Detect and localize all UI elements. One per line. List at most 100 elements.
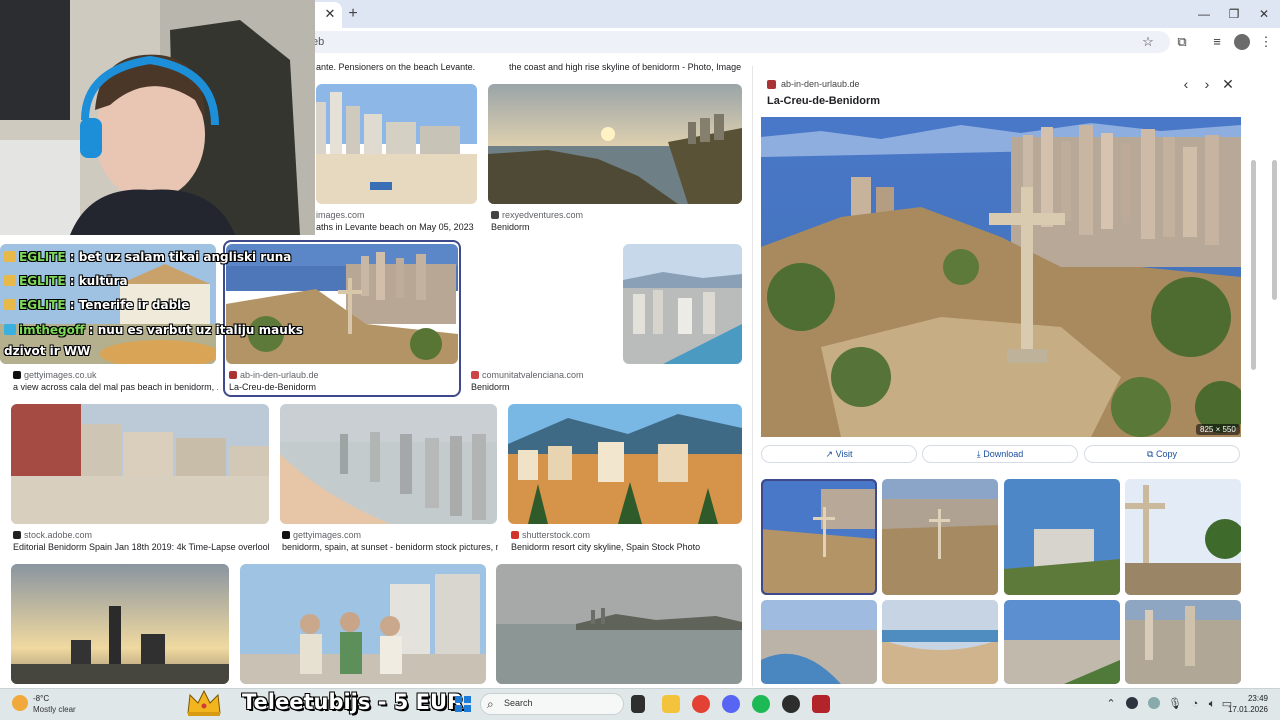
group-people-photo: [240, 564, 486, 684]
related-photo: [1125, 479, 1241, 595]
shield-app-icon[interactable]: [812, 695, 830, 713]
windows-start-icon[interactable]: [455, 696, 471, 712]
result-image-resort-skyline[interactable]: [508, 404, 742, 524]
tray-overflow-icon[interactable]: ⌃: [1104, 697, 1118, 711]
preview-image[interactable]: [761, 117, 1241, 437]
taskbar-search-placeholder: Search: [504, 698, 533, 708]
result-caption: Editorial Benidorm Spain Jan 18th 2019: …: [13, 542, 269, 552]
result-source[interactable]: comunitatvalenciana.com: [471, 370, 584, 380]
result-caption: benidorm, spain, at sunset - benidorm st…: [282, 542, 498, 552]
related-photo: [882, 600, 998, 684]
restore-button[interactable]: ❐: [1224, 5, 1244, 23]
preview-site-name[interactable]: ab-in-den-urlaub.de: [781, 79, 860, 89]
beach-photo: [316, 84, 477, 204]
la-creu-photo: [761, 117, 1241, 437]
visit-button[interactable]: ↗ Visit: [761, 445, 917, 463]
related-image[interactable]: [761, 600, 877, 684]
site-favicon: [13, 531, 21, 539]
webcam-overlay: [0, 0, 315, 235]
related-image[interactable]: [882, 600, 998, 684]
page-scroll-thumb[interactable]: [1272, 160, 1277, 300]
new-tab-button[interactable]: +: [344, 6, 362, 22]
related-image[interactable]: [1004, 479, 1120, 595]
related-image[interactable]: [882, 479, 998, 595]
microphone-icon[interactable]: 🎙︎: [1168, 697, 1182, 711]
result-caption: La-Creu-de-Benidorm: [229, 382, 317, 392]
window-close-button[interactable]: ✕: [1254, 5, 1274, 23]
obs-icon[interactable]: [782, 695, 800, 713]
media-controls-icon[interactable]: ≡: [1209, 34, 1225, 50]
sunset-photo: [488, 84, 742, 204]
aerial-coast-photo: [623, 244, 742, 364]
result-image-group-photo[interactable]: [240, 564, 486, 684]
result-source[interactable]: rexyedventures.com: [491, 210, 583, 220]
related-image[interactable]: [1125, 479, 1241, 595]
bookmark-star-icon[interactable]: ☆: [1140, 34, 1156, 50]
tray-app-icon[interactable]: [1148, 697, 1160, 709]
result-source[interactable]: stock.adobe.com: [13, 530, 92, 540]
chat-message: EGLITE : bet uz salam tikai angliski run…: [4, 250, 291, 264]
site-favicon: [229, 371, 237, 379]
close-preview-icon[interactable]: ✕: [1220, 76, 1236, 92]
crown-icon: [186, 689, 222, 717]
site-favicon: [282, 531, 290, 539]
clock-time[interactable]: 23:49: [1228, 694, 1268, 703]
sub-badge-icon: [4, 324, 16, 335]
download-button[interactable]: ⤓ Download: [922, 445, 1078, 463]
spotify-icon[interactable]: [752, 695, 770, 713]
copy-button[interactable]: ⧉ Copy: [1084, 445, 1240, 463]
weather-moon-icon[interactable]: [12, 695, 28, 711]
result-source[interactable]: shutterstock.com: [511, 530, 590, 540]
related-photo: [882, 479, 998, 595]
weather-temperature[interactable]: -8°C: [33, 694, 49, 703]
related-image[interactable]: [1125, 600, 1241, 684]
weather-description[interactable]: Mostly clear: [33, 705, 76, 714]
result-image-levante-timelapse[interactable]: [11, 404, 269, 524]
file-explorer-icon[interactable]: [662, 695, 680, 713]
related-photo: [1004, 479, 1120, 595]
result-source[interactable]: images.com: [316, 210, 365, 220]
steam-icon[interactable]: [1126, 697, 1138, 709]
result-source[interactable]: gettyimages.co.uk: [13, 370, 97, 380]
panel-scroll-thumb[interactable]: [1251, 160, 1256, 370]
clock-date[interactable]: 17.01.2026: [1200, 705, 1268, 714]
webcam-feed: [0, 0, 315, 235]
next-image-icon[interactable]: ›: [1199, 76, 1215, 92]
result-image-benidorm-sunset[interactable]: [488, 84, 742, 204]
preview-title[interactable]: La-Creu-de-Benidorm: [767, 95, 880, 107]
result-source[interactable]: gettyimages.com: [282, 530, 361, 540]
site-favicon: [491, 211, 499, 219]
search-icon: ⌕: [487, 697, 494, 711]
related-photo: [761, 600, 877, 684]
result-image-benidorm-aerial[interactable]: [623, 244, 742, 364]
sub-badge-icon: [4, 251, 16, 262]
address-bar[interactable]: [300, 31, 1170, 53]
download-icon: ⤓: [976, 449, 981, 459]
close-tab-icon[interactable]: ✕: [322, 6, 338, 22]
related-photo: [1004, 600, 1120, 684]
minimize-button[interactable]: —: [1194, 5, 1214, 23]
site-favicon: [13, 371, 21, 379]
site-favicon: [767, 80, 776, 89]
chrome-icon[interactable]: [692, 695, 710, 713]
promo-overlay-text: Teleetubijs - 5 EUR: [242, 690, 464, 714]
copy-icon: ⧉: [1147, 449, 1154, 459]
task-view-icon[interactable]: [631, 695, 645, 713]
previous-image-icon[interactable]: ‹: [1178, 76, 1194, 92]
related-photo: [1125, 600, 1241, 684]
browser-menu-icon[interactable]: ⋮: [1258, 34, 1274, 50]
extensions-icon[interactable]: ⧉: [1174, 34, 1190, 50]
external-link-icon: ↗: [825, 449, 834, 459]
page-scrollbar[interactable]: [1270, 60, 1278, 684]
taskbar-search[interactable]: [480, 693, 624, 715]
result-caption: a view across cala del mal pas beach in …: [13, 382, 218, 392]
profile-avatar[interactable]: [1234, 34, 1250, 50]
discord-icon[interactable]: [722, 695, 740, 713]
related-image[interactable]: [1004, 600, 1120, 684]
result-image-levante-beach[interactable]: [316, 84, 477, 204]
result-image-benidorm-bay[interactable]: [280, 404, 497, 524]
sub-badge-icon: [4, 299, 16, 310]
result-source[interactable]: ab-in-den-urlaub.de: [229, 370, 319, 380]
result-image-silhouette-sunset[interactable]: [11, 564, 229, 684]
result-image-cloudy-bay[interactable]: [496, 564, 742, 684]
